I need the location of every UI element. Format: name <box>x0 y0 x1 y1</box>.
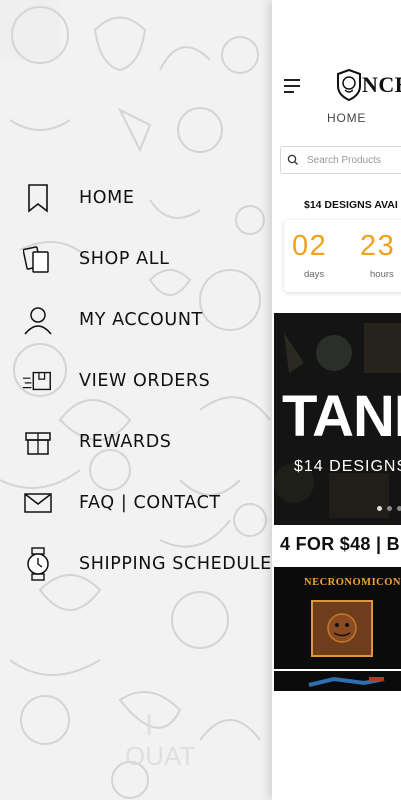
logo-text: NCEU <box>362 72 401 97</box>
carousel-dot[interactable] <box>387 506 392 511</box>
carousel-dots[interactable] <box>377 506 401 511</box>
product-tile-next-art <box>308 676 385 687</box>
navigation-drawer: HOME SHOP ALL MY ACCOUNT VIEW ORDERS REW… <box>0 0 272 800</box>
delivery-box-icon <box>22 365 54 397</box>
bookmark-icon <box>22 182 54 214</box>
countdown-days-value: 02 <box>292 230 328 262</box>
user-icon <box>22 304 54 336</box>
menu-item-shipping-schedule-label: SHIPPING SCHEDULE <box>79 554 272 574</box>
product-tile-next[interactable] <box>274 671 401 691</box>
menu-item-shop-all[interactable]: SHOP ALL <box>22 241 272 277</box>
menu-item-shipping-schedule[interactable]: SHIPPING SCHEDULE <box>22 546 272 582</box>
hamburger-menu-icon[interactable] <box>284 79 300 93</box>
app-main-preview[interactable]: NCEU HOME Search Products $14 DESIGNS AV… <box>272 0 401 800</box>
banner-subline: $14 DESIGNS <box>294 458 401 475</box>
menu-item-view-orders[interactable]: VIEW ORDERS <box>22 363 272 399</box>
menu-item-home[interactable]: HOME <box>22 180 272 216</box>
menu-item-faq-contact-label: FAQ | CONTACT <box>79 493 221 513</box>
menu-item-rewards[interactable]: REWARDS <box>22 424 272 460</box>
banner-headline: TANK <box>282 384 401 449</box>
menu-item-my-account-label: MY ACCOUNT <box>79 310 203 330</box>
shopping-bags-icon <box>22 243 54 275</box>
menu-item-my-account[interactable]: MY ACCOUNT <box>22 302 272 338</box>
promo-banner[interactable]: TANK $14 DESIGNS <box>274 313 401 525</box>
menu-item-shop-all-label: SHOP ALL <box>79 249 170 269</box>
countdown-days-label: days <box>304 269 325 280</box>
search-input[interactable]: Search Products <box>307 155 381 166</box>
carousel-dot[interactable] <box>397 506 401 511</box>
carousel-dot[interactable] <box>377 506 382 511</box>
countdown-hours-value: 23 <box>360 230 396 262</box>
search-bar[interactable]: Search Products <box>280 146 401 174</box>
watch-icon <box>22 547 54 581</box>
product-title: NECRONOMICON <box>304 577 401 588</box>
promo-title: $14 DESIGNS AVAI <box>304 199 398 211</box>
gift-box-icon <box>22 426 54 458</box>
top-nav-home[interactable]: HOME <box>327 111 366 125</box>
menu-item-home-label: HOME <box>79 188 135 208</box>
necronomicon-book-art <box>311 600 373 657</box>
menu-item-rewards-label: REWARDS <box>79 432 172 452</box>
logo-badge-icon <box>337 68 361 102</box>
envelope-icon <box>22 487 54 519</box>
countdown-hours-label: hours <box>370 269 394 280</box>
countdown-timer: 02 days 23 hours <box>284 220 401 292</box>
search-icon <box>287 154 299 166</box>
bundle-offer-text: 4 FOR $48 | BU <box>280 534 401 554</box>
menu-item-view-orders-label: VIEW ORDERS <box>79 371 211 391</box>
product-tile-necronomicon[interactable]: NECRONOMICON <box>274 567 401 669</box>
menu-item-faq-contact[interactable]: FAQ | CONTACT <box>22 485 272 521</box>
